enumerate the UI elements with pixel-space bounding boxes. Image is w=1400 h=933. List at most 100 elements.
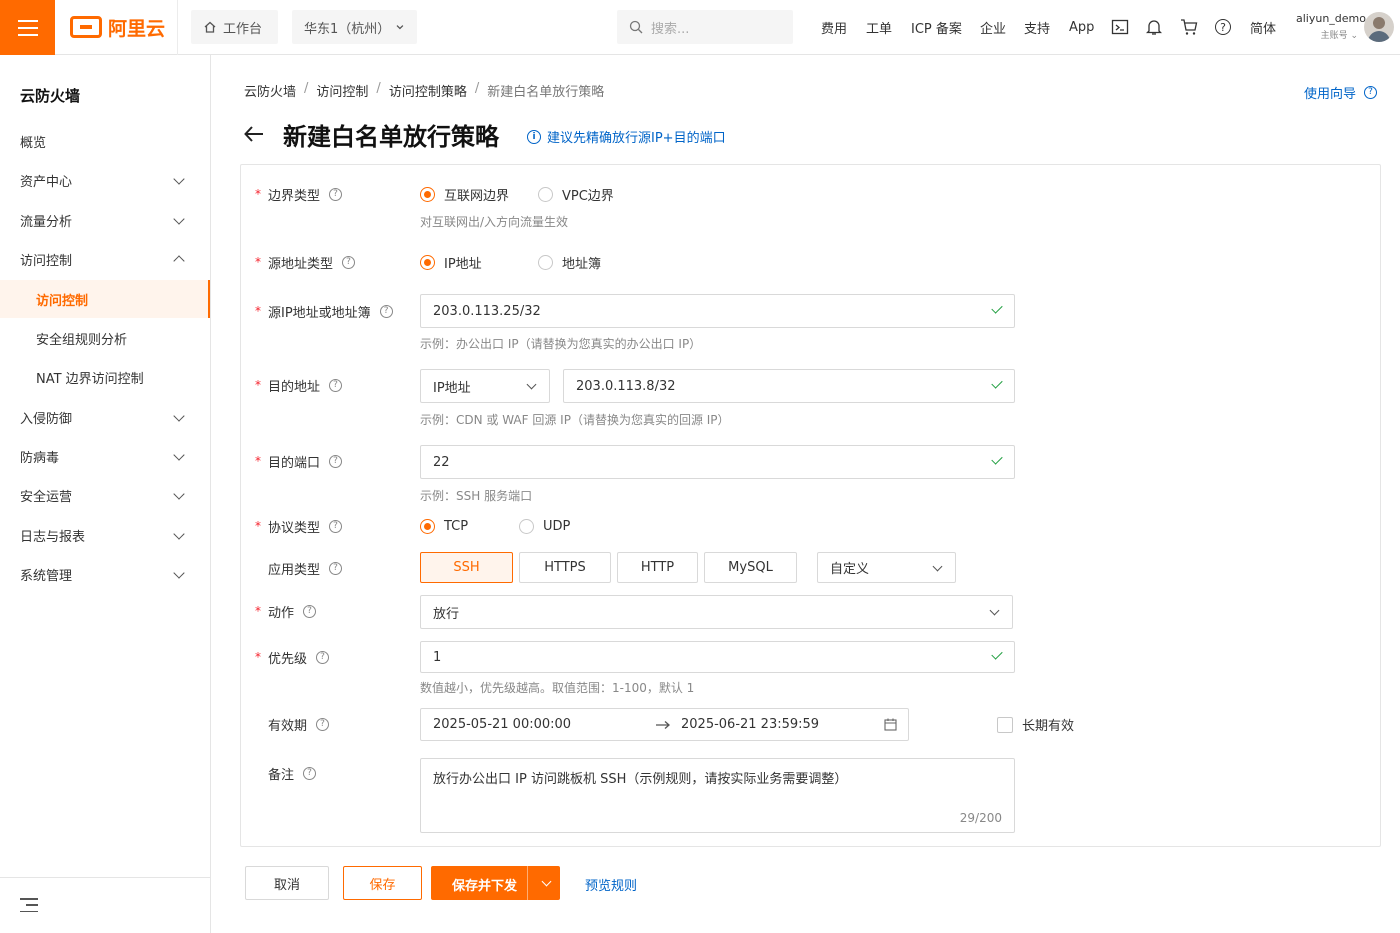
chevron-down-icon — [932, 561, 943, 572]
dest-type-select[interactable]: IP地址 — [420, 369, 550, 403]
sidebar-item-traffic[interactable]: 流量分析 — [0, 201, 210, 239]
nav-billing[interactable]: 费用 — [821, 0, 847, 55]
brand-logo[interactable]: 阿里云 — [70, 14, 165, 40]
nav-app[interactable]: App — [1069, 0, 1094, 55]
radio-dot — [420, 254, 435, 270]
cancel-button[interactable]: 取消 — [245, 866, 329, 900]
sidebar-item-overview[interactable]: 概览 — [0, 122, 210, 160]
help-icon[interactable]: ? — [329, 519, 343, 533]
help-icon[interactable]: ? — [1213, 17, 1233, 37]
sidebar-item-sg-analysis[interactable]: 安全组规则分析 — [0, 319, 210, 357]
chevron-up-icon — [173, 255, 185, 267]
save-and-deploy-button[interactable]: 保存并下发 — [431, 866, 560, 900]
help-icon[interactable]: ? — [316, 650, 330, 664]
app-type-https-button[interactable]: HTTPS — [519, 552, 611, 583]
region-label: 华东1（杭州） — [304, 21, 391, 37]
save-button[interactable]: 保存 — [343, 866, 422, 900]
sidebar-item-access-control[interactable]: 访问控制 — [0, 240, 210, 278]
help-icon[interactable]: ? — [342, 255, 356, 269]
action-select[interactable]: 放行 — [420, 595, 1013, 629]
radio-vpc-boundary[interactable]: VPC边界 — [538, 184, 614, 204]
app-type-http-button[interactable]: HTTP — [617, 552, 698, 583]
help-icon[interactable]: ? — [379, 304, 393, 318]
help-icon[interactable]: ? — [329, 454, 343, 468]
nav-icp[interactable]: ICP 备案 — [911, 0, 962, 55]
app-type-custom-select[interactable]: 自定义 — [817, 552, 956, 583]
nav-support[interactable]: 支持 — [1024, 0, 1050, 55]
radio-dot — [538, 254, 553, 270]
radio-tcp[interactable]: TCP — [420, 516, 468, 536]
chevron-down-icon[interactable] — [541, 876, 552, 887]
back-arrow-icon[interactable] — [242, 122, 266, 146]
dest-address-input[interactable]: 203.0.113.8/32 — [563, 369, 1015, 403]
button-label: 保存并下发 — [452, 879, 518, 894]
breadcrumb-item[interactable]: 云防火墙 — [244, 81, 296, 100]
radio-dot — [420, 518, 435, 534]
source-ip-hint: 示例：办公出口 IP（请替换为您真实的办公出口 IP） — [420, 337, 702, 351]
sidebar-item-logs[interactable]: 日志与报表 — [0, 516, 210, 554]
source-ip-input[interactable]: 203.0.113.25/32 — [420, 294, 1015, 328]
breadcrumb-item[interactable]: 访问控制 — [316, 81, 368, 100]
breadcrumb-separator: / — [474, 81, 480, 96]
sidebar-item-antivirus[interactable]: 防病毒 — [0, 437, 210, 475]
collapse-sidebar-icon[interactable] — [20, 898, 38, 912]
search-placeholder: 搜索... — [651, 21, 690, 37]
sidebar-item-ips[interactable]: 入侵防御 — [0, 398, 210, 436]
app-type-ssh-button[interactable]: SSH — [420, 552, 513, 583]
radio-dot — [519, 518, 534, 534]
preview-rule-link[interactable]: 预览规则 — [585, 875, 637, 894]
boundary-type-label: * 边界类型 ? — [255, 184, 343, 204]
sidebar-item-system[interactable]: 系统管理 — [0, 555, 210, 593]
language-switch[interactable]: 简体 — [1250, 0, 1276, 55]
nav-tickets[interactable]: 工单 — [866, 0, 892, 55]
help-icon[interactable]: ? — [329, 561, 343, 575]
policy-form-card — [240, 164, 1381, 847]
radio-source-address-book[interactable]: 地址簿 — [538, 252, 601, 272]
breadcrumb-separator: / — [304, 81, 309, 96]
long-term-checkbox[interactable]: 长期有效 — [997, 715, 1074, 734]
required-mark: * — [255, 255, 261, 269]
avatar[interactable] — [1364, 12, 1394, 42]
aliyun-logo-icon — [70, 16, 102, 38]
required-mark: * — [255, 604, 261, 618]
radio-internet-boundary[interactable]: 互联网边界 — [420, 184, 509, 204]
terminal-icon[interactable] — [1110, 17, 1130, 37]
help-icon[interactable]: ? — [303, 604, 317, 618]
field-label: 目的端口 — [268, 455, 321, 471]
help-icon[interactable]: ? — [316, 717, 330, 731]
user-menu[interactable]: aliyun_demo 主账号 ⌄ — [1296, 12, 1366, 41]
radio-source-ip[interactable]: IP地址 — [420, 252, 482, 272]
bell-icon[interactable] — [1144, 17, 1164, 37]
cart-icon[interactable] — [1179, 17, 1199, 37]
breadcrumb-item[interactable]: 访问控制策略 — [389, 81, 467, 100]
divider — [177, 0, 178, 55]
char-counter: 29/200 — [959, 811, 1002, 825]
remark-textarea[interactable]: 放行办公出口 IP 访问跳板机 SSH（示例规则，请按实际业务需要调整） 29/… — [420, 758, 1015, 833]
sidebar-item-access-control-policy[interactable]: 访问控制 — [0, 280, 210, 318]
menu-icon[interactable] — [0, 0, 55, 55]
field-label: 源IP地址或地址簿 — [268, 305, 371, 321]
help-icon[interactable]: ? — [329, 187, 343, 201]
radio-label: 地址簿 — [562, 256, 602, 272]
sidebar-item-nat-control[interactable]: NAT 边界访问控制 — [0, 358, 210, 396]
nav-enterprise[interactable]: 企业 — [980, 0, 1006, 55]
help-icon[interactable]: ? — [303, 766, 317, 780]
chevron-down-icon — [173, 173, 185, 185]
validity-range-picker[interactable]: 2025-05-21 00:00:00 2025-06-21 23:59:59 — [420, 708, 909, 741]
radio-udp[interactable]: UDP — [519, 516, 570, 536]
region-selector[interactable]: 华东1（杭州） — [292, 10, 417, 44]
sidebar-item-secops[interactable]: 安全运营 — [0, 476, 210, 514]
home-icon — [204, 21, 216, 33]
radio-label: UDP — [543, 518, 571, 534]
help-icon[interactable]: ? — [329, 378, 343, 392]
search-input[interactable]: 搜索... — [617, 10, 793, 44]
source-type-label: * 源地址类型 ? — [255, 252, 356, 272]
radio-dot — [538, 186, 553, 202]
dest-port-input[interactable]: 22 — [420, 445, 1015, 479]
guide-link[interactable]: 使用向导 ? — [1304, 83, 1378, 102]
sidebar-item-assets[interactable]: 资产中心 — [0, 161, 210, 199]
policy-tip[interactable]: i 建议先精确放行源IP+目的端口 — [527, 127, 726, 146]
priority-input[interactable]: 1 — [420, 641, 1015, 673]
app-type-mysql-button[interactable]: MySQL — [704, 552, 797, 583]
workbench-button[interactable]: 工作台 — [191, 10, 278, 44]
